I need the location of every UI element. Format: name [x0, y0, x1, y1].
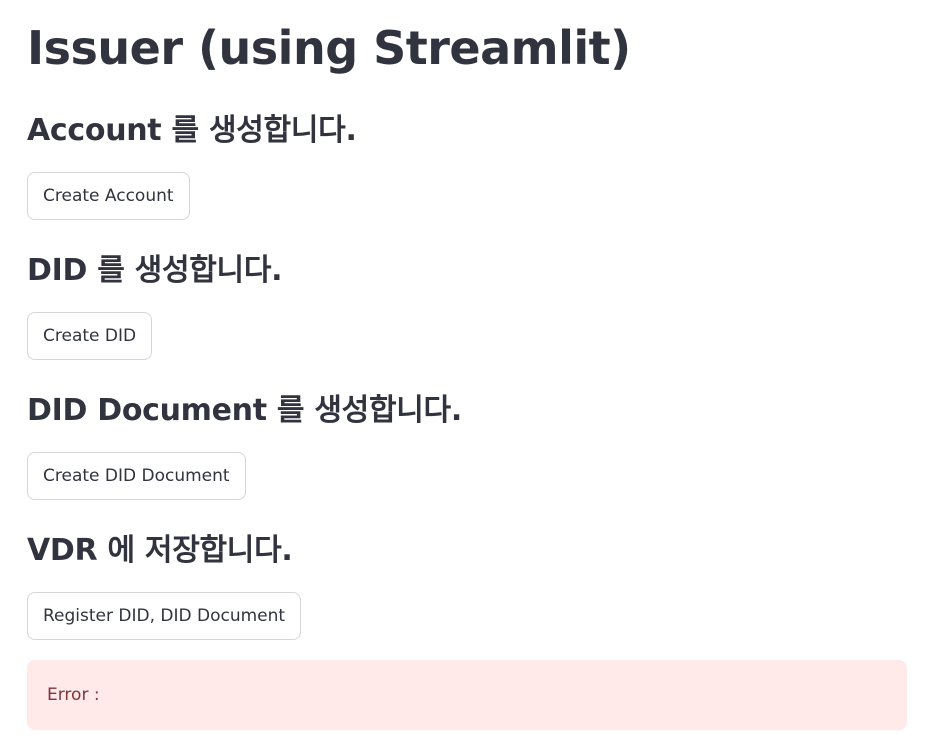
create-account-button[interactable]: Create Account: [27, 172, 190, 220]
register-did-button[interactable]: Register DID, DID Document: [27, 592, 302, 640]
error-alert: Error :: [27, 660, 907, 730]
error-message: Error :: [47, 685, 100, 705]
page-title: Issuer (using Streamlit): [27, 21, 631, 75]
did-document-section-heading: DID Document 를 생성합니다.: [27, 393, 462, 428]
account-section-heading: Account 를 생성합니다.: [27, 113, 357, 148]
create-did-document-button[interactable]: Create DID Document: [27, 452, 246, 500]
vdr-section-heading: VDR 에 저장합니다.: [27, 533, 293, 568]
create-did-button[interactable]: Create DID: [27, 312, 153, 360]
did-section-heading: DID 를 생성합니다.: [27, 253, 283, 288]
